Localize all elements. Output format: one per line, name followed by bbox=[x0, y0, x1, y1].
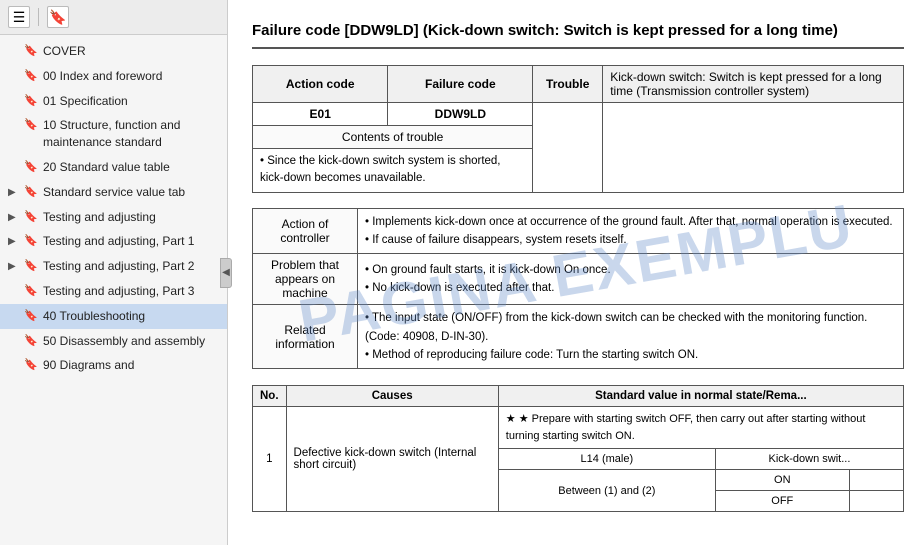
sidebar-label-testing: Testing and adjusting bbox=[43, 209, 221, 226]
sidebar-label-10: 10 Structure, function and maintenance s… bbox=[43, 117, 221, 151]
sidebar-label-50: 50 Disassembly and assembly bbox=[43, 333, 221, 350]
page-title: Failure code [DDW9LD] (Kick-down switch:… bbox=[252, 20, 904, 49]
sidebar-item-20-standard[interactable]: 🔖 20 Standard value table bbox=[0, 155, 227, 180]
contents-content: • Since the kick-down switch system is s… bbox=[253, 149, 533, 193]
sidebar-label-std: Standard service value tab bbox=[43, 184, 221, 201]
sidebar-item-01-spec[interactable]: 🔖 01 Specification bbox=[0, 89, 227, 114]
bookmark-icon-01: 🔖 bbox=[24, 94, 38, 109]
sidebar-label-testing3: Testing and adjusting, Part 3 bbox=[43, 283, 221, 300]
bookmark-icon-std: 🔖 bbox=[24, 185, 38, 200]
sidebar-collapse-handle[interactable]: ◀ bbox=[220, 258, 232, 288]
sidebar-label-40: 40 Troubleshooting bbox=[43, 308, 221, 325]
causes-col-causes: Causes bbox=[286, 386, 498, 407]
related-label: Related information bbox=[253, 305, 358, 369]
cause-no-1: 1 bbox=[253, 407, 287, 512]
causes-col-no: No. bbox=[253, 386, 287, 407]
col-failure-code: Failure code bbox=[388, 66, 533, 103]
sidebar-label-00-index: 00 Index and foreword bbox=[43, 68, 221, 85]
trouble-cell bbox=[533, 103, 603, 193]
cause-sub-on-val bbox=[849, 470, 903, 491]
sidebar-item-00-index[interactable]: 🔖 00 Index and foreword bbox=[0, 64, 227, 89]
sidebar-item-cover[interactable]: 🔖 COVER bbox=[0, 39, 227, 64]
bookmark-icon[interactable]: 🔖 bbox=[47, 6, 69, 28]
cause-sub-off-val bbox=[849, 491, 903, 512]
cause-prepare: ★ ★ Prepare with starting switch OFF, th… bbox=[498, 407, 903, 449]
sidebar-label-testing2: Testing and adjusting, Part 2 bbox=[43, 258, 221, 275]
bookmark-icon-testing2: 🔖 bbox=[24, 259, 38, 274]
cause-sub-off: OFF bbox=[715, 491, 849, 512]
related-content: • The input state (ON/OFF) from the kick… bbox=[358, 305, 904, 369]
sidebar-item-testing-adj[interactable]: ▶ 🔖 Testing and adjusting bbox=[0, 205, 227, 230]
cause-sub-label3: Between (1) and (2) bbox=[498, 470, 715, 512]
failure-code-value: DDW9LD bbox=[388, 103, 533, 126]
cause-sub-label2: Kick-down swit... bbox=[715, 449, 903, 470]
bookmark-icon-cover: 🔖 bbox=[24, 44, 38, 59]
action-label: Action of controller bbox=[253, 208, 358, 254]
sidebar-label-90: 90 Diagrams and bbox=[43, 357, 221, 374]
sidebar-label-20: 20 Standard value table bbox=[43, 159, 221, 176]
sidebar-item-testing-1[interactable]: ▶ 🔖 Testing and adjusting, Part 1 bbox=[0, 229, 227, 254]
sidebar-list: 🔖 COVER 🔖 00 Index and foreword 🔖 01 Spe… bbox=[0, 35, 227, 545]
bookmark-icon-testing3: 🔖 bbox=[24, 284, 38, 299]
sidebar-item-std-service[interactable]: ▶ 🔖 Standard service value tab bbox=[0, 180, 227, 205]
sidebar-toolbar: ☰ 🔖 bbox=[0, 0, 227, 35]
bookmark-icon-10: 🔖 bbox=[24, 118, 38, 133]
desc-value bbox=[603, 103, 904, 193]
sidebar-label-testing1: Testing and adjusting, Part 1 bbox=[43, 233, 221, 250]
sidebar-item-testing-2[interactable]: ▶ 🔖 Testing and adjusting, Part 2 bbox=[0, 254, 227, 279]
sidebar-label-cover: COVER bbox=[43, 43, 221, 60]
col-trouble: Trouble bbox=[533, 66, 603, 103]
cause-sub-label1: L14 (male) bbox=[498, 449, 715, 470]
expand-icon-testing: ▶ bbox=[8, 211, 22, 225]
cause-desc-1: Defective kick-down switch (Internal sho… bbox=[286, 407, 498, 512]
col-desc-header: Kick-down switch: Switch is kept pressed… bbox=[603, 66, 904, 103]
sidebar: ☰ 🔖 🔖 COVER 🔖 00 Index and foreword 🔖 01… bbox=[0, 0, 228, 545]
related-content-2: • Method of reproducing failure code: Tu… bbox=[365, 349, 698, 361]
problem-content: • On ground fault starts, it is kick-dow… bbox=[358, 254, 904, 305]
sidebar-item-40-trouble[interactable]: 🔖 40 Troubleshooting bbox=[0, 304, 227, 329]
toolbar-separator bbox=[38, 8, 39, 26]
bookmark-icon-20: 🔖 bbox=[24, 160, 38, 175]
prepare-text: ★ Prepare with starting switch OFF, then… bbox=[506, 413, 866, 442]
sidebar-item-10-structure[interactable]: 🔖 10 Structure, function and maintenance… bbox=[0, 113, 227, 155]
bookmark-icon-40: 🔖 bbox=[24, 309, 38, 324]
expand-icon-testing2: ▶ bbox=[8, 260, 22, 274]
bookmark-icon-90: 🔖 bbox=[24, 358, 38, 373]
menu-icon[interactable]: ☰ bbox=[8, 6, 30, 28]
causes-col-standard: Standard value in normal state/Rema... bbox=[498, 386, 903, 407]
action-code-value: E01 bbox=[253, 103, 388, 126]
expand-icon-testing1: ▶ bbox=[8, 235, 22, 249]
contents-label: Contents of trouble bbox=[253, 126, 533, 149]
expand-icon-std: ▶ bbox=[8, 186, 22, 200]
bookmark-icon-testing: 🔖 bbox=[24, 210, 38, 225]
sidebar-label-01-spec: 01 Specification bbox=[43, 93, 221, 110]
sidebar-item-testing-3[interactable]: 🔖 Testing and adjusting, Part 3 bbox=[0, 279, 227, 304]
cause-sub-on: ON bbox=[715, 470, 849, 491]
causes-table: No. Causes Standard value in normal stat… bbox=[252, 385, 904, 512]
detail-table: Action of controller • Implements kick-d… bbox=[252, 208, 904, 370]
bookmark-icon-00: 🔖 bbox=[24, 69, 38, 84]
related-content-1: • The input state (ON/OFF) from the kick… bbox=[365, 312, 867, 342]
bookmark-icon-50: 🔖 bbox=[24, 334, 38, 349]
problem-label: Problem that appears on machine bbox=[253, 254, 358, 305]
info-table: Action code Failure code Trouble Kick-do… bbox=[252, 65, 904, 193]
sidebar-item-90-diagrams[interactable]: 🔖 90 Diagrams and bbox=[0, 353, 227, 378]
sidebar-item-50-disassembly[interactable]: 🔖 50 Disassembly and assembly bbox=[0, 329, 227, 354]
main-content: PAGINA EXEMPLU Failure code [DDW9LD] (Ki… bbox=[228, 0, 924, 545]
col-action-code: Action code bbox=[253, 66, 388, 103]
action-content: • Implements kick-down once at occurrenc… bbox=[358, 208, 904, 254]
bookmark-icon-testing1: 🔖 bbox=[24, 234, 38, 249]
